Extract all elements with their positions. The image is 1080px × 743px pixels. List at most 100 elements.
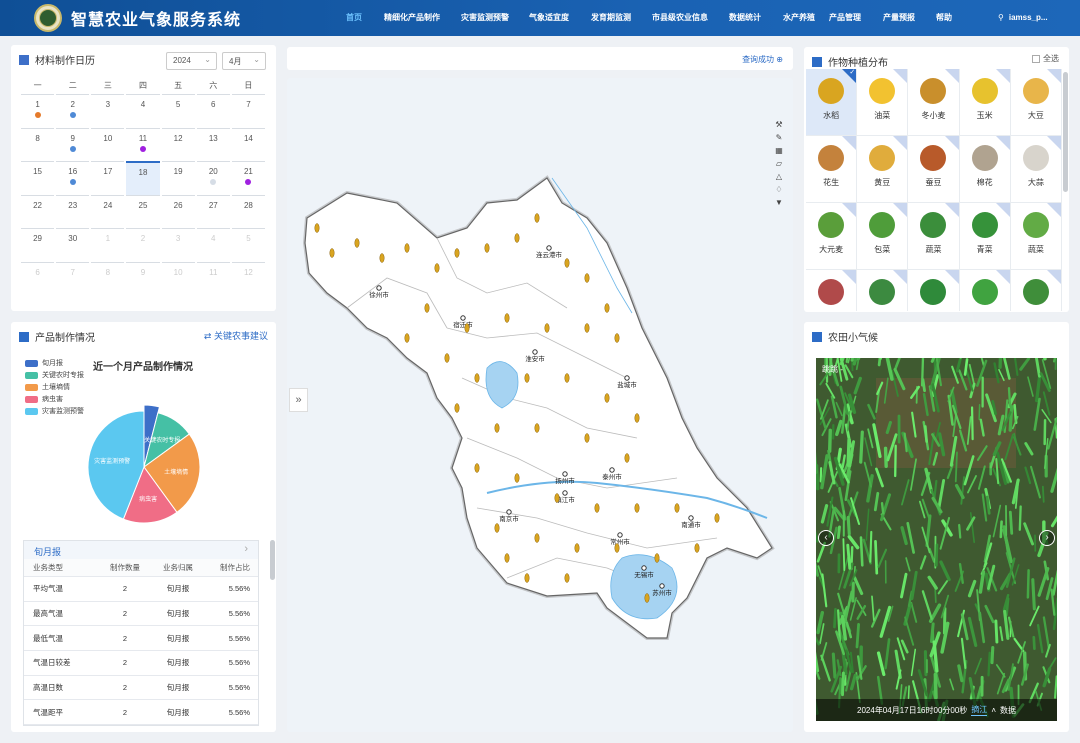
photo-tab-data[interactable]: 数据 <box>1000 705 1016 716</box>
grid-icon[interactable]: ▦ <box>775 146 784 155</box>
calendar-day[interactable]: 28 <box>231 194 265 229</box>
table-row[interactable]: 高温日数 2 旬月报 5.56% <box>24 676 258 701</box>
calendar-day[interactable]: 26 <box>161 194 195 229</box>
table-tab[interactable]: 旬月报 › <box>24 541 258 559</box>
nav-item[interactable]: 产量预报 <box>883 0 936 36</box>
crop-item[interactable]: 大元麦 <box>806 203 858 270</box>
calendar-day[interactable]: 9 <box>126 261 160 296</box>
calendar-day[interactable]: 5 <box>161 94 195 128</box>
crop-item[interactable] <box>908 270 960 311</box>
crop-item[interactable]: 蚕豆 <box>908 136 960 203</box>
calendar-day[interactable]: 3 <box>91 94 125 128</box>
nav-item[interactable]: 精细化产品制作 <box>384 0 461 36</box>
next-photo-button[interactable]: › <box>1039 530 1055 546</box>
calendar-day[interactable]: 17 <box>91 161 125 195</box>
calendar-day[interactable]: 19 <box>161 161 195 195</box>
crop-item[interactable]: 蔬菜 <box>908 203 960 270</box>
nav-item[interactable]: 灾害监测预警 <box>461 0 529 36</box>
crop-item[interactable]: 棉花 <box>959 136 1011 203</box>
calendar-day[interactable]: 4 <box>126 94 160 128</box>
calendar-day[interactable]: 15 <box>21 161 55 195</box>
nav-item[interactable]: 数据统计 <box>729 0 783 36</box>
calendar-day[interactable]: 22 <box>21 194 55 229</box>
nav-item[interactable]: 产品管理 <box>829 0 883 36</box>
crop-item[interactable]: 玉米 <box>959 69 1011 136</box>
legend-item[interactable]: 土壤墒情 <box>25 381 84 393</box>
table-row[interactable]: 平均气温 2 旬月报 5.56% <box>24 577 258 602</box>
calendar-day[interactable]: 27 <box>196 194 230 229</box>
nav-item[interactable]: 市县级农业信息 <box>652 0 729 36</box>
calendar-day[interactable]: 2 <box>126 228 160 262</box>
crop-item[interactable]: 蔬菜 <box>1010 203 1062 270</box>
wrench-icon[interactable]: ⚒ <box>775 120 784 129</box>
calendar-day[interactable]: 13 <box>196 127 230 162</box>
calendar-day[interactable]: 1 <box>21 94 55 128</box>
calendar-day[interactable]: 12 <box>161 127 195 162</box>
nav-item[interactable]: 帮助 <box>936 0 976 36</box>
crop-item[interactable]: 冬小麦 <box>908 69 960 136</box>
crop-item[interactable]: 花生 <box>806 136 858 203</box>
nav-item[interactable]: 发育期监测 <box>591 0 652 36</box>
crop-item[interactable]: 大蒜 <box>1010 136 1062 203</box>
calendar-day[interactable]: 6 <box>21 261 55 296</box>
calendar-day[interactable]: 29 <box>21 228 55 262</box>
calendar-day[interactable]: 1 <box>91 228 125 262</box>
legend-item[interactable]: 灾害监测预警 <box>25 405 84 417</box>
table-scrollbar[interactable] <box>270 540 275 580</box>
calendar-day[interactable]: 11 <box>196 261 230 296</box>
map-area[interactable]: 连云港市 徐州市 宿迁市 淮安市 盐城市 扬州市 泰州市 镇江市 南京市 南通市 常州市 无锡市 苏州市… <box>287 78 793 732</box>
calendar-day[interactable]: 8 <box>91 261 125 296</box>
calendar-day[interactable]: 21 <box>231 161 265 195</box>
table-row[interactable]: 气温距平 2 旬月报 5.56% <box>24 700 258 725</box>
select-all-checkbox[interactable]: 全选 <box>1032 53 1059 64</box>
photo-tab-image[interactable]: 摘江 <box>971 704 988 716</box>
crop-scrollbar[interactable] <box>1063 72 1068 192</box>
calendar-day[interactable]: 8 <box>21 127 55 162</box>
crop-item[interactable]: 包菜 <box>857 203 909 270</box>
expand-sidebar-button[interactable]: » <box>289 388 308 412</box>
pin-icon[interactable]: ▼ <box>775 198 784 207</box>
tag-icon[interactable]: ♢ <box>775 185 784 194</box>
calendar-day[interactable]: 3 <box>161 228 195 262</box>
calendar-day[interactable]: 10 <box>161 261 195 296</box>
thermometer-icon[interactable]: ▱ <box>775 159 784 168</box>
legend-item[interactable]: 旬月报 <box>25 357 84 369</box>
calendar-day[interactable]: 4 <box>196 228 230 262</box>
crop-item[interactable] <box>1011 270 1062 311</box>
farm-advice-link[interactable]: ⇄ 关键农事建议 <box>204 329 268 342</box>
calendar-day[interactable]: 5 <box>231 228 265 262</box>
calendar-day[interactable]: 2 <box>56 94 90 128</box>
brush-icon[interactable]: ✎ <box>775 133 784 142</box>
calendar-day[interactable]: 25 <box>126 194 160 229</box>
calendar-day[interactable]: 7 <box>231 94 265 128</box>
calendar-day[interactable]: 14 <box>231 127 265 162</box>
crop-item[interactable] <box>857 270 909 311</box>
calendar-day[interactable]: 12 <box>231 261 265 296</box>
table-row[interactable]: 最高气温 2 旬月报 5.56% <box>24 602 258 627</box>
calendar-day[interactable]: 23 <box>56 194 90 229</box>
calendar-day[interactable]: 6 <box>196 94 230 128</box>
year-select[interactable]: 2024 ⌄ <box>166 52 217 70</box>
province-map[interactable]: 连云港市徐州市宿迁市淮安市盐城市扬州市泰州市镇江市南京市南通市常州市无锡市苏州市 <box>287 78 793 732</box>
crop-item[interactable] <box>806 270 858 311</box>
crop-item[interactable]: 油菜 <box>857 69 909 136</box>
calendar-day[interactable]: 11 <box>126 127 160 162</box>
calendar-day[interactable]: 10 <box>91 127 125 162</box>
crop-item[interactable] <box>960 270 1011 311</box>
user-menu[interactable]: ⚲ iamss_p... <box>998 0 1048 36</box>
calendar-day[interactable]: 9 <box>56 127 90 162</box>
table-row[interactable]: 最低气温 2 旬月报 5.56% <box>24 626 258 652</box>
crop-item[interactable]: 大豆 <box>1010 69 1062 136</box>
crop-item[interactable]: ✓ 水稻 <box>806 69 858 136</box>
calendar-day[interactable]: 16 <box>56 161 90 195</box>
crop-item[interactable]: 黄豆 <box>857 136 909 203</box>
nav-item[interactable]: 水产养殖 <box>783 0 829 36</box>
calendar-day[interactable]: 20 <box>196 161 230 195</box>
calendar-day[interactable]: 18 <box>126 161 160 195</box>
nav-item[interactable]: 气象适宜度 <box>529 0 591 36</box>
legend-item[interactable]: 关键农时专报 <box>25 369 84 381</box>
month-select[interactable]: 4月 ⌄ <box>222 52 266 70</box>
calendar-day[interactable]: 30 <box>56 228 90 262</box>
nav-item[interactable]: 首页 <box>346 0 384 36</box>
legend-item[interactable]: 病虫害 <box>25 393 84 405</box>
